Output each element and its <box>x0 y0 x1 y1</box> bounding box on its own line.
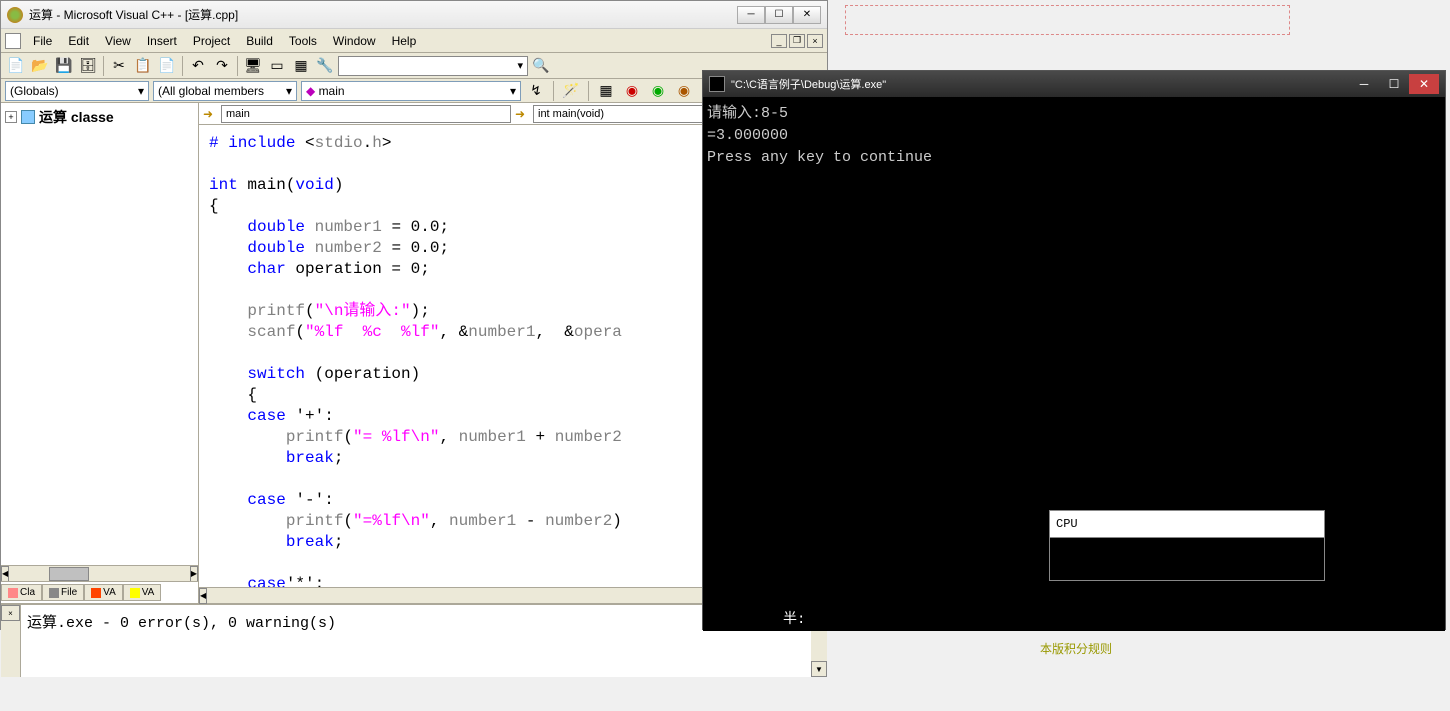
menu-project[interactable]: Project <box>185 32 238 50</box>
mdi-restore-button[interactable]: ❐ <box>789 34 805 48</box>
minimize-button[interactable]: ─ <box>737 6 765 24</box>
members-combo[interactable]: (All global members▾ <box>153 81 297 101</box>
tab-va2[interactable]: VA <box>123 584 162 601</box>
globals-combo[interactable]: (Globals)▾ <box>5 81 149 101</box>
brown-icon[interactable]: ◉ <box>673 80 695 102</box>
menu-file[interactable]: File <box>25 32 60 50</box>
footer-link[interactable]: 本版积分规则 <box>1040 642 1112 656</box>
console-title-bar[interactable]: "C:\C语言例子\Debug\运算.exe" ─ ☐ ✕ <box>703 71 1445 97</box>
menu-tools[interactable]: Tools <box>281 32 325 50</box>
tooltip-header: CPU <box>1050 511 1324 538</box>
menu-build[interactable]: Build <box>238 32 281 50</box>
nav-fwd-icon[interactable]: ➜ <box>515 107 529 121</box>
tree-root-label: 运算 classe <box>39 107 114 127</box>
resource-icon[interactable]: 🔧 <box>314 55 336 77</box>
document-icon <box>5 33 21 49</box>
console-minimize-button[interactable]: ─ <box>1349 74 1379 94</box>
tab-classview[interactable]: Cla <box>1 584 42 601</box>
cut-icon[interactable]: ✂ <box>108 55 130 77</box>
function-combo[interactable]: ◆ main▾ <box>301 81 521 101</box>
wizard-icon[interactable]: 🪄 <box>560 80 582 102</box>
class-tree[interactable]: + 运算 classe <box>1 103 198 565</box>
tab-fileview[interactable]: File <box>42 584 84 601</box>
console-window: "C:\C语言例子\Debug\运算.exe" ─ ☐ ✕ 请输入:8-5 =3… <box>702 70 1446 630</box>
background-dashed-area <box>845 5 1290 35</box>
undo-icon[interactable]: ↶ <box>187 55 209 77</box>
save-all-icon[interactable]: 🗄 <box>77 55 99 77</box>
close-button[interactable]: ✕ <box>793 6 821 24</box>
class-view-panel: + 运算 classe ◀ ▶ Cla File VA VA <box>1 103 199 603</box>
console-title: "C:\C语言例子\Debug\运算.exe" <box>731 76 1349 92</box>
console-line-1: 请输入:8-5 <box>707 103 1441 125</box>
console-maximize-button[interactable]: ☐ <box>1379 74 1409 94</box>
menu-window[interactable]: Window <box>325 32 384 50</box>
tooltip-body <box>1050 538 1324 580</box>
output-text[interactable]: 运算.exe - 0 error(s), 0 warning(s) <box>21 605 811 677</box>
open-icon[interactable]: 📂 <box>29 55 51 77</box>
redo-icon[interactable]: ↷ <box>211 55 233 77</box>
nav-back-icon[interactable]: ➜ <box>203 107 217 121</box>
menu-bar: File Edit View Insert Project Build Tool… <box>1 29 827 53</box>
green-icon[interactable]: ◉ <box>647 80 669 102</box>
window-title: 运算 - Microsoft Visual C++ - [运算.cpp] <box>29 6 737 23</box>
nav-file-field[interactable]: main <box>221 105 511 123</box>
tree-hscroll[interactable]: ◀ ▶ <box>1 565 198 581</box>
expand-icon[interactable]: + <box>5 111 17 123</box>
console-tooltip: CPU <box>1049 510 1325 581</box>
new-icon[interactable]: 📄 <box>5 55 27 77</box>
tree-root-item[interactable]: + 运算 classe <box>5 107 194 127</box>
output-icon[interactable]: ▭ <box>266 55 288 77</box>
menu-help[interactable]: Help <box>384 32 425 50</box>
paste-icon[interactable]: 📄 <box>156 55 178 77</box>
console-icon <box>709 76 725 92</box>
grid-icon[interactable]: ▦ <box>595 80 617 102</box>
console-body[interactable]: 请输入:8-5 =3.000000 Press any key to conti… <box>703 97 1445 631</box>
console-line-3: Press any key to continue <box>707 147 1441 169</box>
copy-icon[interactable]: 📋 <box>132 55 154 77</box>
find-combo[interactable]: ▾ <box>338 56 528 76</box>
title-bar[interactable]: 运算 - Microsoft Visual C++ - [运算.cpp] ─ ☐… <box>1 1 827 29</box>
red-icon[interactable]: ◉ <box>621 80 643 102</box>
app-icon <box>7 7 23 23</box>
mdi-close-button[interactable]: × <box>807 34 823 48</box>
goto-icon[interactable]: ↯ <box>525 80 547 102</box>
class-group-icon <box>21 110 35 124</box>
find-icon[interactable]: 🔍 <box>530 55 552 77</box>
maximize-button[interactable]: ☐ <box>765 6 793 24</box>
save-icon[interactable]: 💾 <box>53 55 75 77</box>
windows-icon[interactable]: ▦ <box>290 55 312 77</box>
tab-va1[interactable]: VA <box>84 584 123 601</box>
menu-insert[interactable]: Insert <box>139 32 185 50</box>
workspace-tabs: Cla File VA VA <box>1 581 198 603</box>
console-line-2: =3.000000 <box>707 125 1441 147</box>
console-close-button[interactable]: ✕ <box>1409 74 1439 94</box>
mdi-minimize-button[interactable]: _ <box>771 34 787 48</box>
menu-edit[interactable]: Edit <box>60 32 97 50</box>
output-gutter: × <box>1 605 21 677</box>
menu-view[interactable]: View <box>97 32 139 50</box>
ime-indicator: 半: <box>783 609 805 631</box>
workspace-icon[interactable]: 🖥 <box>242 55 264 77</box>
page-footer: 本版积分规则 <box>1040 640 1340 657</box>
